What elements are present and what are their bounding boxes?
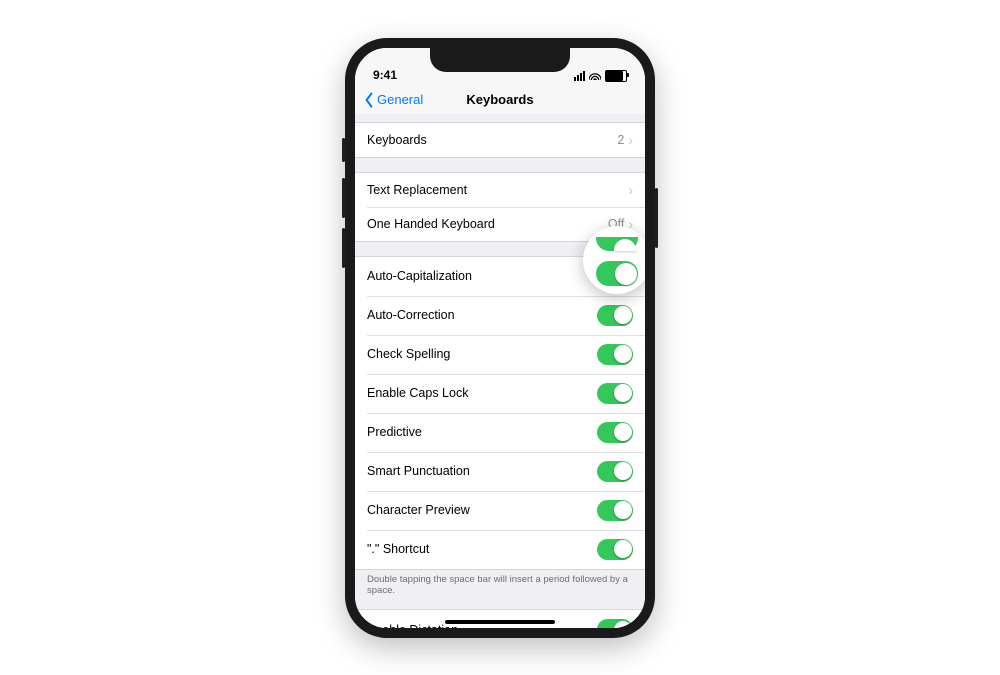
- shortcut-label: "." Shortcut: [367, 542, 429, 556]
- auto-correct-row: Auto-Correction: [355, 296, 645, 335]
- one-handed-label: One Handed Keyboard: [367, 217, 495, 231]
- text-replacement-label: Text Replacement: [367, 183, 467, 197]
- predictive-toggle[interactable]: [597, 422, 633, 443]
- auto-correct-label: Auto-Correction: [367, 308, 455, 322]
- battery-icon: [605, 70, 627, 82]
- check-spelling-row: Check Spelling: [355, 335, 645, 374]
- highlight-bubble: [583, 226, 645, 294]
- auto-correct-toggle[interactable]: [597, 305, 633, 326]
- keyboards-count: 2: [617, 133, 624, 147]
- back-button[interactable]: General: [363, 92, 423, 108]
- nav-bar: General Keyboards: [355, 84, 645, 117]
- notch: [430, 48, 570, 72]
- keyboards-row[interactable]: Keyboards 2 ›: [355, 123, 645, 157]
- char-preview-toggle[interactable]: [597, 500, 633, 521]
- shortcut-toggle[interactable]: [597, 539, 633, 560]
- smart-punct-toggle[interactable]: [597, 461, 633, 482]
- partial-toggle-icon: [596, 237, 638, 251]
- text-replacement-row[interactable]: Text Replacement ›: [355, 173, 645, 207]
- phone-frame: 9:41 General Keyboards: [345, 38, 655, 638]
- chevron-left-icon: [363, 92, 375, 108]
- highlight-toggle: [596, 261, 638, 286]
- status-time: 9:41: [373, 68, 397, 82]
- screen: 9:41 General Keyboards: [355, 48, 645, 628]
- shortcut-footer: Double tapping the space bar will insert…: [355, 570, 645, 604]
- check-spelling-toggle[interactable]: [597, 344, 633, 365]
- keyboards-label: Keyboards: [367, 133, 427, 147]
- chevron-right-icon: ›: [628, 183, 633, 197]
- smart-punct-row: Smart Punctuation: [355, 452, 645, 491]
- dictation-label: Enable Dictation: [367, 623, 458, 628]
- predictive-label: Predictive: [367, 425, 422, 439]
- check-spelling-label: Check Spelling: [367, 347, 450, 361]
- caps-lock-row: Enable Caps Lock: [355, 374, 645, 413]
- caps-lock-label: Enable Caps Lock: [367, 386, 468, 400]
- char-preview-row: Character Preview: [355, 491, 645, 530]
- home-indicator: [445, 620, 555, 624]
- predictive-row: Predictive: [355, 413, 645, 452]
- smart-punct-label: Smart Punctuation: [367, 464, 470, 478]
- caps-lock-toggle[interactable]: [597, 383, 633, 404]
- chevron-right-icon: ›: [628, 133, 633, 147]
- dictation-toggle[interactable]: [597, 619, 633, 627]
- shortcut-row: "." Shortcut: [355, 530, 645, 569]
- char-preview-label: Character Preview: [367, 503, 470, 517]
- auto-cap-label: Auto-Capitalization: [367, 269, 472, 283]
- cellular-icon: [574, 71, 585, 81]
- back-label: General: [377, 92, 423, 107]
- wifi-icon: [589, 71, 601, 80]
- settings-content: Keyboards 2 › Text Replacement ›: [355, 114, 645, 628]
